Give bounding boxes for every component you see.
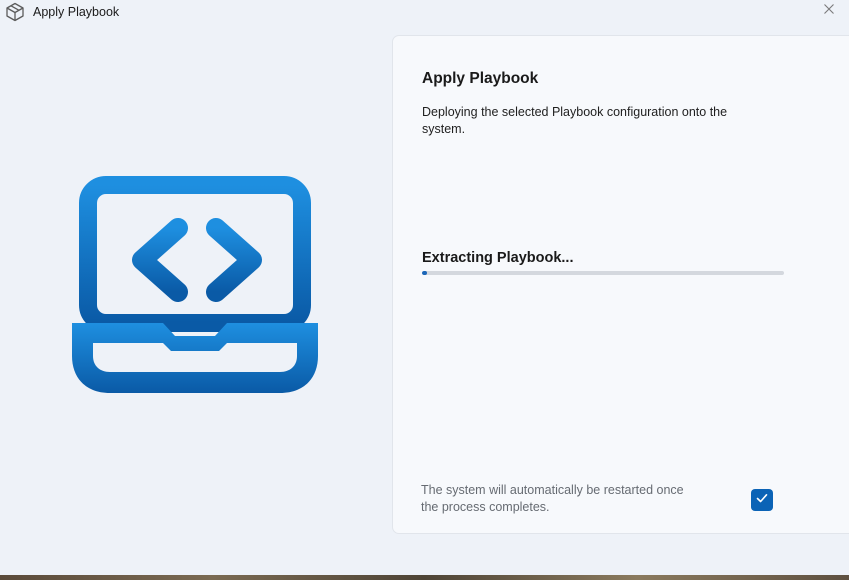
checkmark-icon xyxy=(755,491,769,510)
restart-notice: The system will automatically be restart… xyxy=(421,483,684,514)
apply-playbook-window: Apply Playbook Apply Playbook Deploying … xyxy=(0,0,849,580)
progress-bar-fill xyxy=(422,271,428,275)
progress-bar xyxy=(422,271,784,275)
desktop-background-strip xyxy=(0,575,849,580)
close-button[interactable] xyxy=(814,0,844,22)
close-icon xyxy=(823,2,835,20)
restart-checkbox[interactable] xyxy=(751,489,773,511)
laptop-code-icon xyxy=(68,176,322,396)
page-description: Deploying the selected Playbook configur… xyxy=(422,105,728,136)
playbook-logo-icon xyxy=(5,2,25,22)
apply-playbook-card: Apply Playbook Deploying the selected Pl… xyxy=(392,35,849,534)
window-title: Apply Playbook xyxy=(33,5,120,19)
page-title: Apply Playbook xyxy=(422,70,539,87)
progress-status-label: Extracting Playbook... xyxy=(422,250,574,266)
title-bar: Apply Playbook xyxy=(0,0,849,28)
